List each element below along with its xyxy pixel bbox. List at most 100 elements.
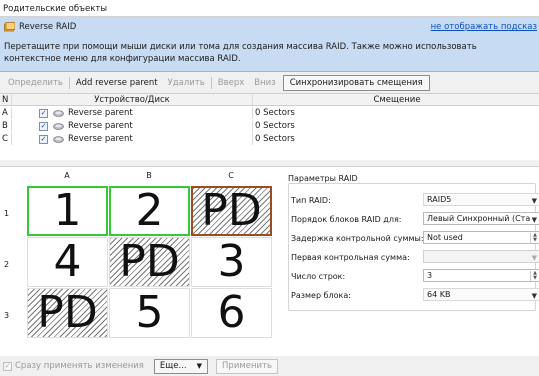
raid-block-cell[interactable]: 2 [109,186,190,236]
row-letter: C [0,133,12,145]
map-column-header: C [228,171,234,180]
map-row-header: 2 [4,260,10,269]
chevron-down-icon: ▼ [531,197,537,205]
add-reverse-parent-button[interactable]: Add reverse parent [71,76,163,90]
map-row-header: 3 [4,311,10,320]
disk-icon [53,136,64,143]
device-label: Reverse parent [68,134,133,144]
raid-block-label: 3 [217,236,246,287]
spinner-arrows-icon[interactable]: ▲ ▼ [530,233,539,243]
enabled-checkbox[interactable]: ✓ [39,135,48,144]
block-order-select[interactable]: Левый Синхронный (Ста ▼ [423,212,539,225]
table-row[interactable]: B ✓ Reverse parent 0 Sectors [0,120,539,132]
row-letter: B [0,120,12,132]
device-cell: ✓ Reverse parent [12,120,253,132]
raid-block-cell[interactable]: 5 [109,288,190,338]
more-button[interactable]: Еще... ▼ [153,358,209,374]
raid-type-value: RAID5 [427,195,452,204]
checksum-delay-spinner[interactable]: Not used ▲ ▼ [423,231,539,244]
map-row-header: 1 [4,209,10,218]
chevron-down-icon: ▼ [531,216,537,224]
raid-block-label: 2 [135,185,164,236]
chevron-down-icon: ▼ [531,292,537,300]
raid-block-label: 1 [53,185,82,236]
raid-block-label: PD [201,185,262,236]
raid-block-cell[interactable]: 1 [27,186,108,236]
disk-icon [53,110,64,117]
sync-offsets-button[interactable]: Синхронизировать смещения [282,74,430,91]
column-header-n[interactable]: N [0,94,12,105]
chevron-down-icon: ▼ [531,254,537,262]
raid-block-cell[interactable]: 4 [27,237,108,287]
raid-block-cell[interactable]: 3 [191,237,272,287]
raid-config-pane: A B C 1 2 3 1 2 PD 4 PD 3 PD 5 6 Парамет… [0,166,539,356]
block-order-value: Левый Синхронный (Ста [427,214,531,223]
raid-params: Параметры RAID Тип RAID: RAID5 ▼ Порядок… [284,167,539,317]
row-letter: A [0,107,12,119]
hint-title: Reverse RAID [19,22,77,32]
enabled-checkbox[interactable]: ✓ [39,122,48,131]
raid-block-label: PD [37,287,98,338]
raid-parity-cell[interactable]: PD [191,186,272,236]
define-button[interactable]: Определить [3,76,68,90]
spinner-arrows-icon[interactable]: ▲ ▼ [530,271,539,281]
first-checksum-select[interactable]: ▼ [423,250,539,263]
table-row[interactable]: A ✓ Reverse parent 0 Sectors [0,107,539,119]
block-size-value: 64 KB [427,290,451,299]
toolbar-separator [210,76,212,89]
raid-parity-cell[interactable]: PD [27,288,108,338]
parents-table: N Устройство/Диск Смещение A ✓ Reverse p… [0,94,539,160]
row-count-spinner[interactable]: 3 ▲ ▼ [423,269,539,282]
raid-type-select[interactable]: RAID5 ▼ [423,193,539,206]
remove-button[interactable]: Удалить [163,76,210,90]
device-cell: ✓ Reverse parent [12,133,253,145]
apply-button[interactable]: Применить [216,358,279,374]
hint-header: Reverse RAID [4,21,76,33]
raid-block-label: 4 [53,236,82,287]
hide-hint-link[interactable]: не отображать подсказ [431,22,537,32]
device-cell: ✓ Reverse parent [12,107,253,119]
hint-panel: Reverse RAID не отображать подсказ Перет… [0,17,539,72]
block-size-select[interactable]: 64 KB ▼ [423,288,539,301]
offset-cell: 0 Sectors [255,121,295,131]
up-button[interactable]: Вверх [213,76,250,90]
first-checksum-label: Первая контрольная сумма: [291,253,410,262]
map-column-header: B [146,171,152,180]
column-header-device[interactable]: Устройство/Диск [12,94,253,105]
bottom-bar: ✓ Сразу применять изменения Еще... ▼ При… [0,356,539,376]
raid-block-label: PD [119,236,180,287]
device-label: Reverse parent [68,108,133,118]
offset-cell: 0 Sectors [255,108,295,118]
checksum-delay-label: Задержка контрольной суммы: [291,234,424,243]
row-count-value: 3 [427,271,433,280]
column-header-offset[interactable]: Смещение [253,94,539,105]
raid-params-title: Параметры RAID [288,174,358,183]
map-column-header: A [64,171,70,180]
more-button-label: Еще... [159,361,187,371]
window-title: Родительские объекты [0,0,539,17]
raid-icon [4,22,15,32]
table-header: N Устройство/Диск Смещение [0,94,539,106]
raid-block-label: 5 [135,287,164,338]
hint-text: Перетащите при помощи мыши диски или том… [4,42,477,64]
chevron-down-icon: ▼ [196,362,203,370]
raid-type-label: Тип RAID: [291,196,331,205]
offset-cell: 0 Sectors [255,134,295,144]
raid-block-label: 6 [217,287,246,338]
toolbar-separator [68,76,70,89]
raid-block-cell[interactable]: 6 [191,288,272,338]
device-label: Reverse parent [68,121,133,131]
table-row[interactable]: C ✓ Reverse parent 0 Sectors [0,133,539,145]
block-order-label: Порядок блоков RAID для: [291,215,402,224]
disk-icon [53,123,64,130]
raid-parity-cell[interactable]: PD [109,237,190,287]
checksum-delay-value: Not used [427,233,463,242]
block-size-label: Размер блока: [291,291,351,300]
toolbar: Определить Add reverse parent Удалить Вв… [0,72,539,94]
row-count-label: Число строк: [291,272,346,281]
enabled-checkbox[interactable]: ✓ [39,109,48,118]
apply-immediately-label: Сразу применять изменения [15,361,144,371]
down-button[interactable]: Вниз [249,76,280,90]
raid-params-group: Тип RAID: RAID5 ▼ Порядок блоков RAID дл… [288,183,539,311]
apply-immediately-checkbox[interactable]: ✓ [3,361,12,371]
